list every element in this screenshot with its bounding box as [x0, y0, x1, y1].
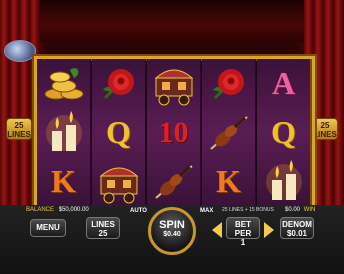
caravan-icon — [99, 167, 138, 203]
bet-decrease-arrow-icon[interactable] — [212, 222, 222, 238]
slot-game-screen: 25 LINES 25 LINES K Q 10 K A Q BALANCE $… — [0, 0, 344, 274]
reel-3: 10 — [147, 59, 201, 207]
reel-cell — [147, 157, 200, 206]
reel-cell — [92, 59, 145, 108]
violin-icon — [209, 115, 248, 150]
win-label: WIN — [303, 207, 316, 213]
symbol-k: K — [216, 163, 241, 199]
max-bet-button[interactable]: MAX — [200, 208, 213, 214]
reel-frame: K Q 10 K A Q — [34, 56, 315, 210]
symbol-10: 10 — [158, 115, 189, 149]
reel-4: K — [202, 59, 256, 207]
denom-label: DENOM — [282, 220, 312, 229]
lines-badge-right: 25 LINES — [312, 118, 338, 140]
menu-button[interactable]: MENU — [30, 219, 66, 237]
reel-cell: Q — [257, 108, 310, 157]
lines-badge-number: 25 — [14, 121, 24, 130]
balance-value: $50,000.00 — [58, 207, 89, 213]
spin-label: SPIN — [159, 219, 185, 231]
candles-icon — [265, 159, 302, 200]
bet-per-label: BET PER — [234, 220, 252, 238]
denom-button[interactable]: DENOM $0.01 — [280, 217, 314, 239]
reel-cell: K — [202, 157, 255, 206]
win-display: $0.00 WIN — [285, 207, 315, 216]
lines-badge-label: LINES — [313, 130, 337, 139]
violin-icon — [154, 164, 193, 199]
symbol-k: K — [51, 163, 76, 199]
reel-cell — [37, 59, 90, 108]
bet-per-value: 1 — [240, 238, 246, 247]
reel-cell: A — [257, 59, 310, 108]
win-value: $0.00 — [285, 207, 301, 213]
caravan-icon — [154, 69, 193, 105]
game-logo — [4, 40, 36, 62]
reel-cell — [37, 108, 90, 157]
denom-value: $0.01 — [286, 229, 308, 238]
reel-cell — [202, 59, 255, 108]
curtain-valance — [0, 0, 344, 42]
reel-cell — [147, 59, 200, 108]
reel-2: Q — [92, 59, 146, 207]
lines-badge-label: LINES — [7, 130, 31, 139]
bonus-note: 25 LINES + 15 BONUS — [222, 207, 274, 213]
balance-display: BALANCE $50,000.00 — [26, 207, 89, 216]
reel-cell — [257, 157, 310, 206]
rose-icon — [102, 68, 134, 99]
candles-icon — [45, 110, 82, 151]
symbol-q: Q — [271, 114, 296, 150]
bet-per-line-display: BET PER 1 — [226, 217, 260, 247]
reel-cell — [92, 157, 145, 206]
reel-cell: Q — [92, 108, 145, 157]
reel-cell: 10 — [147, 108, 200, 157]
rose-icon — [212, 68, 244, 99]
reel-cell: K — [37, 157, 90, 206]
spin-bet: $0.40 — [163, 231, 181, 238]
lines-badge-left: 25 LINES — [6, 118, 32, 140]
balance-label: BALANCE — [26, 207, 55, 213]
symbol-q: Q — [106, 114, 131, 150]
reel-5: A Q — [257, 59, 310, 207]
lines-button[interactable]: LINES 25 — [86, 217, 120, 239]
bet-increase-arrow-icon[interactable] — [264, 222, 274, 238]
symbol-a: A — [271, 65, 296, 101]
lines-button-value: 25 — [98, 229, 108, 238]
gold-coins-icon — [44, 67, 83, 99]
lines-button-label: LINES — [91, 220, 115, 229]
reel-1: K — [37, 59, 91, 207]
lines-badge-number: 25 — [320, 121, 330, 130]
spin-button[interactable]: SPIN $0.40 — [148, 207, 196, 255]
auto-button[interactable]: AUTO — [130, 208, 147, 214]
reel-cell — [202, 108, 255, 157]
